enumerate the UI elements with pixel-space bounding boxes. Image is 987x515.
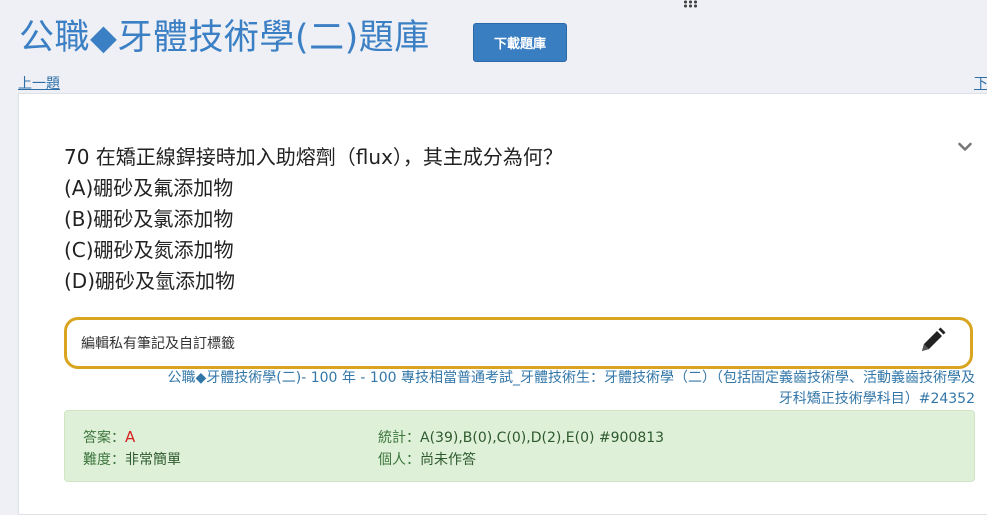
answer-label: 答案： [83,430,125,446]
option-a[interactable]: (A)硼砂及氟添加物 [64,173,563,204]
private-note-field[interactable]: 編輯私有筆記及自訂標籤 [64,317,973,369]
personal-item: 個人：尚未作答 [378,449,476,469]
personal-label: 個人： [378,452,420,468]
option-d[interactable]: (D)硼砂及氫添加物 [64,266,563,297]
chevron-down-icon[interactable] [958,140,972,154]
pencil-icon[interactable] [917,326,947,356]
question-block: 70 在矯正線銲接時加入助熔劑（flux），其主成分為何？ (A)硼砂及氟添加物… [64,142,563,297]
difficulty-item: 難度：非常簡單 [83,449,181,469]
difficulty-label: 難度： [83,452,125,468]
source-line-2[interactable]: 牙科矯正技術學科目）#24352 [64,389,975,410]
question-source[interactable]: 公職◆牙體技術學(二)- 100 年 - 100 專技相當普通考試_牙體技術生：… [64,368,976,410]
download-button[interactable]: 下載題庫 [473,23,567,62]
next-question-link[interactable]: 下 [974,73,987,93]
answer-value: A [125,428,136,446]
stats-label: 統計： [378,430,420,446]
question-text: 70 在矯正線銲接時加入助熔劑（flux），其主成分為何？ [64,145,563,169]
answer-item: 答案：A [83,427,135,447]
note-placeholder: 編輯私有筆記及自訂標籤 [81,336,235,352]
personal-value: 尚未作答 [420,452,476,468]
stats-value: A(39),B(0),C(0),D(2),E(0) #900813 [420,430,665,446]
source-line-1[interactable]: 公職◆牙體技術學(二)- 100 年 - 100 專技相當普通考試_牙體技術生：… [64,368,976,389]
difficulty-value: 非常簡單 [125,452,181,468]
page-title: 公職◆牙體技術學(二)題庫 [19,18,430,58]
option-b[interactable]: (B)硼砂及氯添加物 [64,204,563,235]
answer-panel: 答案：A 難度：非常簡單 統計：A(39),B(0),C(0),D(2),E(0… [64,410,975,482]
option-c[interactable]: (C)硼砂及氮添加物 [64,235,563,266]
grid-icon[interactable] [683,0,699,8]
prev-question-link[interactable]: 上一題 [18,73,60,93]
stats-item: 統計：A(39),B(0),C(0),D(2),E(0) #900813 [378,427,664,447]
